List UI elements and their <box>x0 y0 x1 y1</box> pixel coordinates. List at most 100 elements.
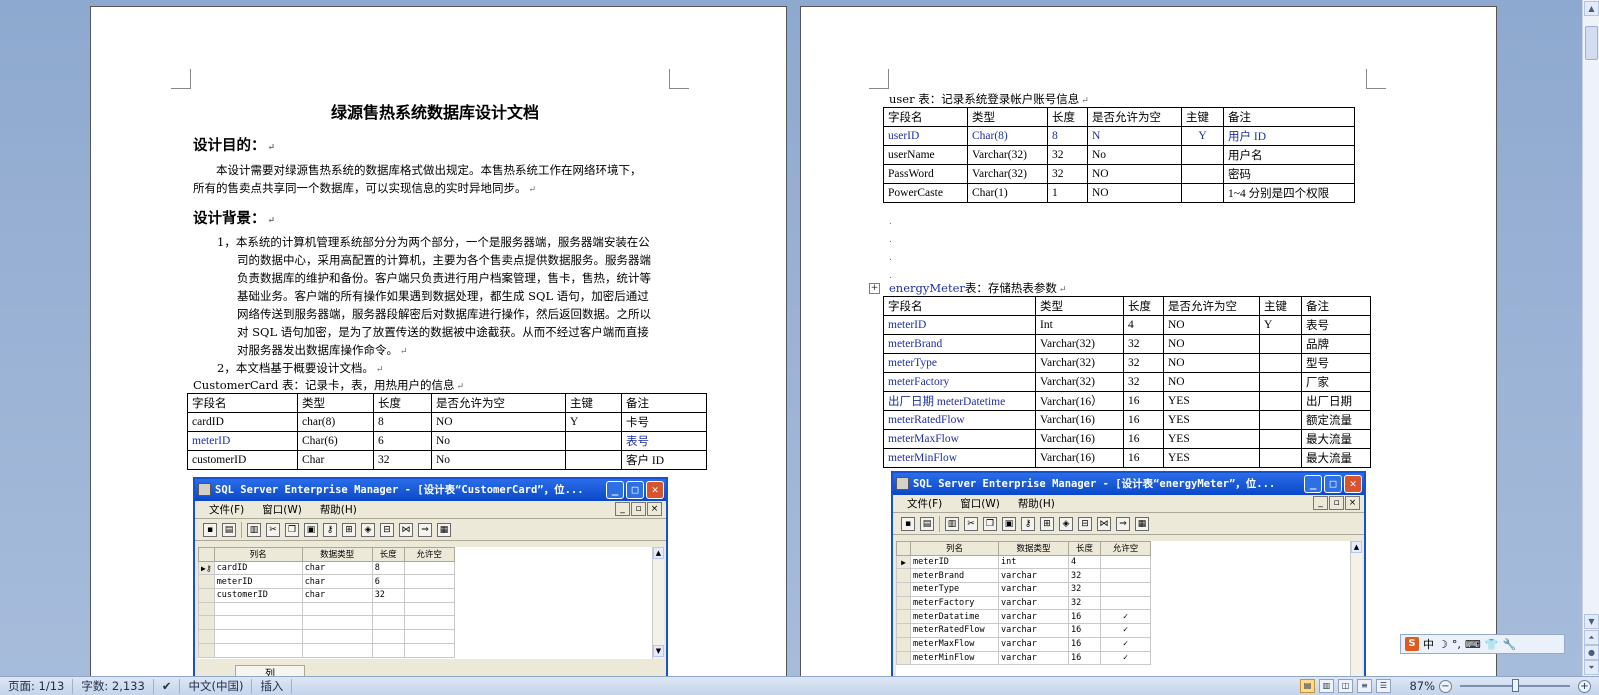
customercard-table[interactable]: 字段名 类型 长度 是否允许为空 主键 备注 cardID char(8) 8 … <box>187 393 707 470</box>
table-cell[interactable]: 用户名 <box>1223 145 1355 165</box>
allow-null-checkbox[interactable]: ✓ <box>1100 609 1151 625</box>
scroll-thumb[interactable] <box>1585 26 1598 60</box>
table-cell[interactable]: 32 <box>1047 145 1088 165</box>
table-cell[interactable]: meterType <box>883 353 1036 373</box>
document-title[interactable]: 绿源售热系统数据库设计文档 <box>331 99 539 123</box>
table-cell[interactable]: 16 <box>1123 410 1164 430</box>
status-language[interactable]: 中文(中国) <box>180 678 253 694</box>
grid-row[interactable]: meterMaxFlow varchar 16 ✓ <box>896 636 1151 652</box>
grid-row[interactable]: meterMinFlow varchar 16 ✓ <box>896 650 1151 666</box>
view-icon[interactable]: ▦ <box>437 522 451 537</box>
table-header-cell[interactable]: 是否允许为空 <box>431 393 566 413</box>
grid-row[interactable]: meterDatatime varchar 16 ✓ <box>896 609 1151 625</box>
next-page-icon[interactable]: ⏷ <box>1584 660 1599 675</box>
table-cell[interactable]: Varchar(16） <box>1035 391 1124 411</box>
grid-vertical-scrollbar[interactable]: ▲ ▼ <box>1350 541 1362 676</box>
grid-cell[interactable] <box>1100 554 1151 570</box>
grid-row[interactable]: customerID char 32 <box>198 588 455 603</box>
grid-row[interactable]: meterFactory varchar 32 <box>896 595 1151 611</box>
indexes-icon[interactable]: ◈ <box>361 522 375 537</box>
scroll-up-icon[interactable]: ▲ <box>1584 1 1599 16</box>
grid-cell[interactable]: 16 <box>1068 609 1101 625</box>
table-cell[interactable]: 表号 <box>621 431 707 451</box>
table-cell[interactable]: meterMinFlow <box>883 448 1036 468</box>
sogou-logo-icon[interactable]: S <box>1405 637 1419 651</box>
generate-script-icon[interactable]: ⇒ <box>1116 516 1130 531</box>
grid-cell[interactable]: varchar <box>998 595 1069 611</box>
table-cell[interactable] <box>1259 429 1302 449</box>
draft-view-icon[interactable]: ☰ <box>1376 679 1391 693</box>
table-cell[interactable]: 8 <box>1047 126 1088 146</box>
table-cell[interactable]: 型号 <box>1301 353 1371 373</box>
sql-window-titlebar[interactable]: SQL Server Enterprise Manager - [设计表“Cus… <box>195 479 666 501</box>
table-cell[interactable] <box>1181 145 1224 165</box>
grid-row[interactable]: meterBrand varchar 32 <box>896 568 1151 584</box>
table-header-cell[interactable]: 主键 <box>1181 107 1224 127</box>
grid-cell[interactable]: 32 <box>1068 568 1101 584</box>
table-cell[interactable]: NO <box>1087 164 1182 184</box>
grid-header-length[interactable]: 长度 <box>371 547 405 562</box>
grid-cell[interactable]: meterFactory <box>910 595 999 611</box>
grid-cell[interactable]: meterMaxFlow <box>910 636 999 652</box>
allow-null-checkbox[interactable]: ✓ <box>1100 623 1151 638</box>
table-cell[interactable]: 卡号 <box>621 412 707 432</box>
grid-row[interactable]: meterRatedFlow varchar 16 ✓ <box>896 623 1151 638</box>
table-move-handle-icon[interactable]: + <box>869 283 880 294</box>
table-cell[interactable]: YES <box>1163 410 1260 430</box>
table-cell[interactable]: Char(6) <box>297 431 374 451</box>
proofing-icon[interactable]: ✔ <box>154 678 181 694</box>
table-cell[interactable]: YES <box>1163 391 1260 411</box>
cut-icon[interactable]: ✂ <box>964 516 978 531</box>
table-header-cell[interactable]: 字段名 <box>187 393 298 413</box>
grid-cell[interactable]: varchar <box>998 623 1069 638</box>
grid-cell[interactable]: char <box>301 560 373 576</box>
grid-header-length[interactable]: 长度 <box>1068 541 1101 556</box>
grid-row-empty[interactable] <box>198 615 455 631</box>
table-cell[interactable]: Y <box>1259 315 1302 335</box>
table-cell[interactable]: Varchar(32) <box>1035 353 1124 373</box>
row-selector[interactable] <box>896 636 911 652</box>
table-cell[interactable]: No <box>1087 145 1182 165</box>
table-header-cell[interactable]: 类型 <box>297 393 374 413</box>
table-cell[interactable]: userID <box>883 126 968 146</box>
ime-toolbar[interactable]: S 中 ☽ °, ⌨ 👕 🔧 <box>1400 634 1565 654</box>
columns-tab[interactable]: 列 <box>235 665 305 676</box>
grid-cell[interactable]: 16 <box>1068 636 1101 652</box>
grid-cell[interactable]: meterRatedFlow <box>910 623 999 638</box>
table-cell[interactable]: 密码 <box>1223 164 1355 184</box>
table-cell[interactable]: Varchar(32) <box>1035 372 1124 392</box>
scroll-track[interactable] <box>653 559 664 645</box>
table-header-cell[interactable]: 长度 <box>1123 296 1164 316</box>
table-cell[interactable]: 32 <box>373 450 432 470</box>
table-cell[interactable]: N <box>1087 126 1182 146</box>
paste-icon[interactable]: ▣ <box>304 522 318 537</box>
table-cell[interactable]: PassWord <box>883 164 968 184</box>
column-design-grid[interactable]: 列名 数据类型 长度 允许空 ▶⚷ cardID char 8 meterID … <box>198 547 652 659</box>
table-header-cell[interactable]: 是否允许为空 <box>1087 107 1182 127</box>
grid-cell[interactable]: 32 <box>1068 582 1101 597</box>
skin-shirt-icon[interactable]: 👕 <box>1485 638 1499 651</box>
scroll-track[interactable] <box>1351 553 1362 676</box>
print-layout-view-icon[interactable]: ▤ <box>1300 679 1315 693</box>
full-screen-reading-icon[interactable]: ▥ <box>1319 679 1334 693</box>
menu-help[interactable]: 帮助(H) <box>320 502 357 517</box>
table-cell[interactable]: 32 <box>1123 334 1164 354</box>
grid-cell[interactable]: 16 <box>1068 650 1101 666</box>
table-header-cell[interactable]: 长度 <box>1047 107 1088 127</box>
table-cell[interactable]: Char(1) <box>967 183 1048 203</box>
purpose-heading[interactable]: 设计目的： ↵ <box>193 134 275 155</box>
table-cell[interactable] <box>1259 391 1302 411</box>
table-cell[interactable] <box>1259 353 1302 373</box>
table-cell[interactable]: 16 <box>1123 391 1164 411</box>
menu-window[interactable]: 窗口(W) <box>262 502 302 517</box>
table-cell[interactable]: 32 <box>1047 164 1088 184</box>
grid-cell[interactable]: meterMinFlow <box>910 650 999 666</box>
table-cell[interactable]: NO <box>431 412 566 432</box>
grid-header-allow-null[interactable]: 允许空 <box>403 547 455 562</box>
triggers-icon[interactable]: ⋈ <box>1097 516 1111 531</box>
background-item-2[interactable]: 2，本文档基于概要设计文档。 ↵ <box>217 359 383 379</box>
table-cell[interactable] <box>1259 372 1302 392</box>
grid-cell[interactable]: int <box>998 554 1069 570</box>
background-heading[interactable]: 设计背景： ↵ <box>193 207 275 228</box>
web-layout-icon[interactable]: ◫ <box>1338 679 1353 693</box>
